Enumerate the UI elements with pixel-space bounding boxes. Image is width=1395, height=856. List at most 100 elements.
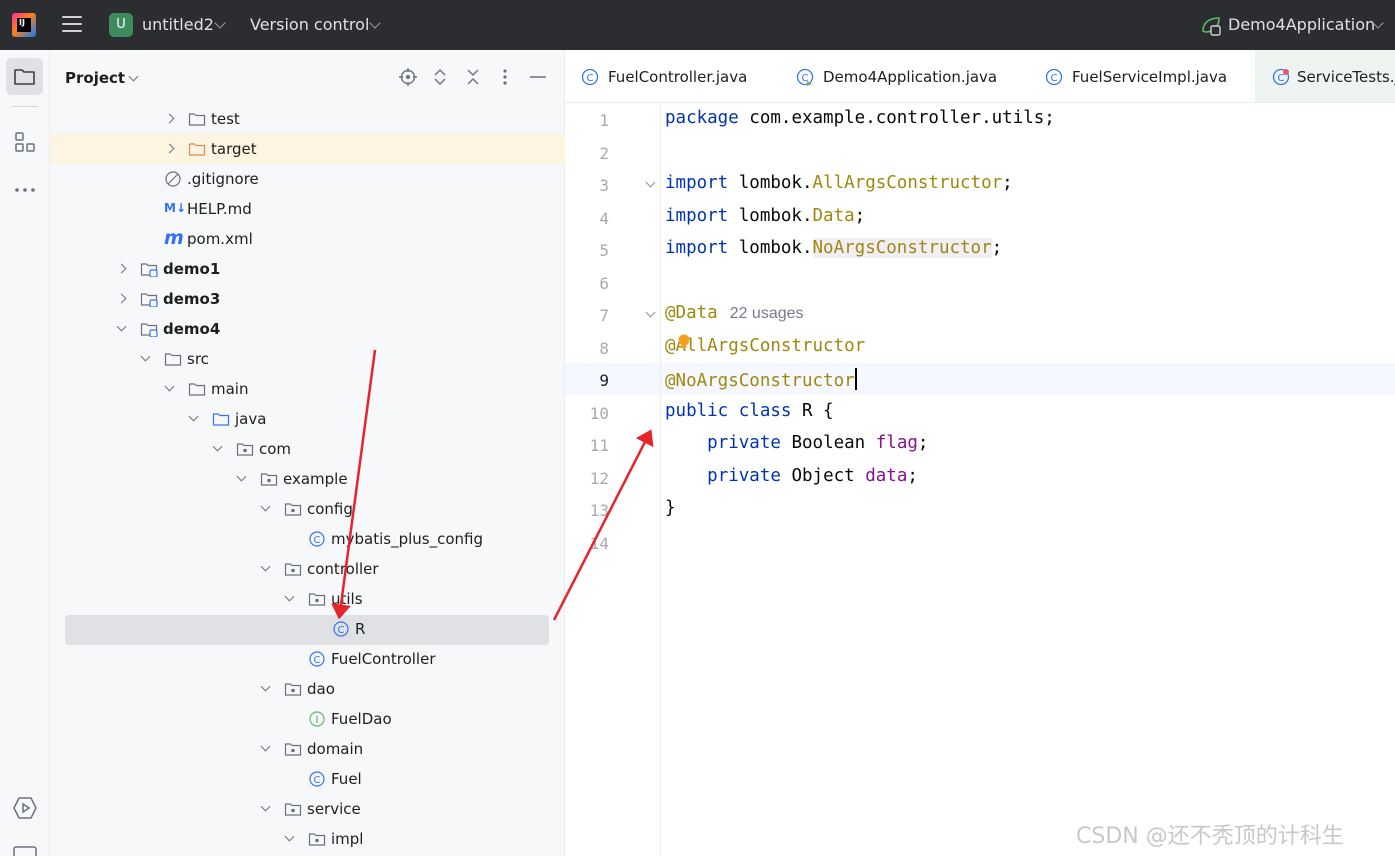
tree-item-label: FuelDao	[331, 710, 392, 728]
maven-icon: m	[164, 227, 184, 249]
tree-item-test[interactable]: test	[50, 104, 565, 134]
code-line-3[interactable]: import lombok.AllArgsConstructor;	[665, 173, 1013, 193]
tree-item-mybatis-plus-config[interactable]: Cmybatis_plus_config	[50, 524, 565, 554]
chevron-down-icon[interactable]	[214, 17, 226, 29]
code-line-1[interactable]: package com.example.controller.utils;	[665, 108, 1055, 128]
collapse-all-icon[interactable]	[463, 67, 483, 87]
chevron-right-icon[interactable]	[116, 263, 127, 274]
chevron-right-icon[interactable]	[164, 113, 175, 124]
tree-item-label: impl	[331, 830, 364, 848]
chevron-down-icon[interactable]	[260, 681, 271, 692]
spring-run-config-icon[interactable]	[1200, 14, 1222, 36]
tree-item-target[interactable]: target	[50, 134, 565, 164]
code-line-9[interactable]: @NoArgsConstructor	[665, 368, 857, 391]
tab-fuelcontroller[interactable]: C FuelController.java	[581, 50, 781, 102]
hide-panel-icon[interactable]	[528, 67, 548, 87]
lightbulb-icon[interactable]	[677, 334, 691, 350]
fold-imports-icon[interactable]	[645, 177, 656, 188]
tree-item-label: dao	[307, 680, 335, 698]
code-line-13[interactable]: }	[665, 498, 676, 518]
tree-item-pom-xml[interactable]: m pom.xml	[50, 224, 565, 254]
options-icon[interactable]	[495, 67, 515, 87]
tool-strip-divider	[12, 106, 38, 107]
expand-all-icon[interactable]	[430, 67, 450, 87]
tree-item-dao[interactable]: dao	[50, 674, 565, 704]
tab-demo4application[interactable]: C Demo4Application.java	[796, 50, 1036, 102]
tree-item-service[interactable]: service	[50, 794, 565, 824]
chevron-right-icon[interactable]	[164, 143, 175, 154]
tree-item-label: test	[211, 110, 240, 128]
tree-item-demo3[interactable]: demo3	[50, 284, 565, 314]
project-panel-title[interactable]: Project	[65, 69, 125, 87]
chevron-down-icon[interactable]	[369, 17, 381, 29]
chevron-down-icon[interactable]	[260, 561, 271, 572]
tree-item-fueldao[interactable]: I FuelDao	[50, 704, 565, 734]
chevron-down-icon[interactable]	[284, 591, 295, 602]
version-control-menu[interactable]: Version control	[250, 15, 369, 34]
locate-file-icon[interactable]	[398, 67, 418, 87]
editor-gutter: 1 2 3 4 5 6 7 8 9 10 11 12 13 14	[565, 103, 661, 856]
structure-icon[interactable]	[13, 130, 37, 154]
code-line-5[interactable]: import lombok.NoArgsConstructor;	[665, 238, 1002, 258]
chevron-down-icon[interactable]	[140, 351, 151, 362]
folder-icon	[14, 69, 35, 85]
code-line-7[interactable]: @Data 22 usages	[665, 303, 804, 323]
tree-item-controller[interactable]: controller	[50, 554, 565, 584]
tree-item-config[interactable]: config	[50, 494, 565, 524]
usages-inlay-hint[interactable]: 22 usages	[730, 305, 804, 322]
chevron-down-icon[interactable]	[260, 801, 271, 812]
tree-item-label: com	[259, 440, 292, 458]
code-line-4[interactable]: import lombok.Data;	[665, 206, 865, 226]
code-line-11[interactable]: private Boolean flag;	[665, 433, 928, 453]
chevron-down-icon[interactable]	[260, 501, 271, 512]
package-icon	[284, 683, 302, 696]
chevron-down-icon[interactable]	[164, 381, 175, 392]
fold-class-icon[interactable]	[645, 307, 656, 318]
tree-item-java[interactable]: java	[50, 404, 565, 434]
tab-fuelserviceimpl[interactable]: C FuelServiceImpl.java	[1045, 50, 1245, 102]
more-tools-icon[interactable]	[13, 180, 37, 200]
code-line-10[interactable]: public class R {	[665, 401, 834, 421]
project-badge[interactable]: U	[109, 13, 133, 37]
package-icon	[308, 833, 326, 846]
tree-item-com[interactable]: com	[50, 434, 565, 464]
services-icon[interactable]	[12, 795, 38, 821]
chevron-down-icon[interactable]	[188, 411, 199, 422]
class-icon: C	[1045, 68, 1063, 86]
tree-item-example[interactable]: example	[50, 464, 565, 494]
package-icon	[236, 443, 254, 456]
chevron-down-icon[interactable]	[284, 831, 295, 842]
tree-item-impl[interactable]: impl	[50, 824, 565, 854]
tree-item-domain[interactable]: domain	[50, 734, 565, 764]
intellij-logo-icon[interactable]: IJ	[12, 13, 36, 37]
project-tool-button[interactable]	[6, 58, 43, 95]
tree-item-demo1[interactable]: demo1	[50, 254, 565, 284]
chevron-down-icon[interactable]	[260, 741, 271, 752]
chevron-right-icon[interactable]	[116, 293, 127, 304]
tree-item-r[interactable]: CR	[50, 614, 565, 645]
tree-item-help-md[interactable]: M↓ HELP.md	[50, 194, 565, 224]
code-line-12[interactable]: private Object data;	[665, 466, 918, 486]
tree-item-main[interactable]: main	[50, 374, 565, 404]
module-icon	[140, 323, 158, 337]
tree-item-fuel[interactable]: C Fuel	[50, 764, 565, 794]
chevron-down-icon[interactable]	[116, 321, 127, 332]
tree-item-utils[interactable]: utils	[50, 584, 565, 614]
code-line-8[interactable]: @AllArgsConstructor	[665, 336, 865, 356]
main-menu-icon[interactable]	[62, 16, 82, 34]
tree-item-demo4[interactable]: demo4	[50, 314, 565, 344]
class-icon: C	[581, 68, 599, 86]
terminal-icon[interactable]	[12, 845, 38, 856]
tree-item-label: controller	[307, 560, 379, 578]
chevron-down-icon[interactable]	[236, 471, 247, 482]
chevron-down-icon[interactable]	[128, 71, 139, 82]
line-number-current: 9	[599, 371, 609, 390]
tree-item-fuelcontroller[interactable]: C FuelController	[50, 644, 565, 674]
chevron-down-icon[interactable]	[212, 441, 223, 452]
tab-servicetests[interactable]: C ServiceTests.java	[1255, 50, 1395, 102]
run-configuration-selector[interactable]: Demo4Application	[1228, 15, 1375, 34]
project-name[interactable]: untitled2	[142, 15, 214, 34]
tree-item--gitignore[interactable]: .gitignore	[50, 164, 565, 194]
svg-text:C: C	[587, 73, 594, 84]
tree-item-src[interactable]: src	[50, 344, 565, 374]
